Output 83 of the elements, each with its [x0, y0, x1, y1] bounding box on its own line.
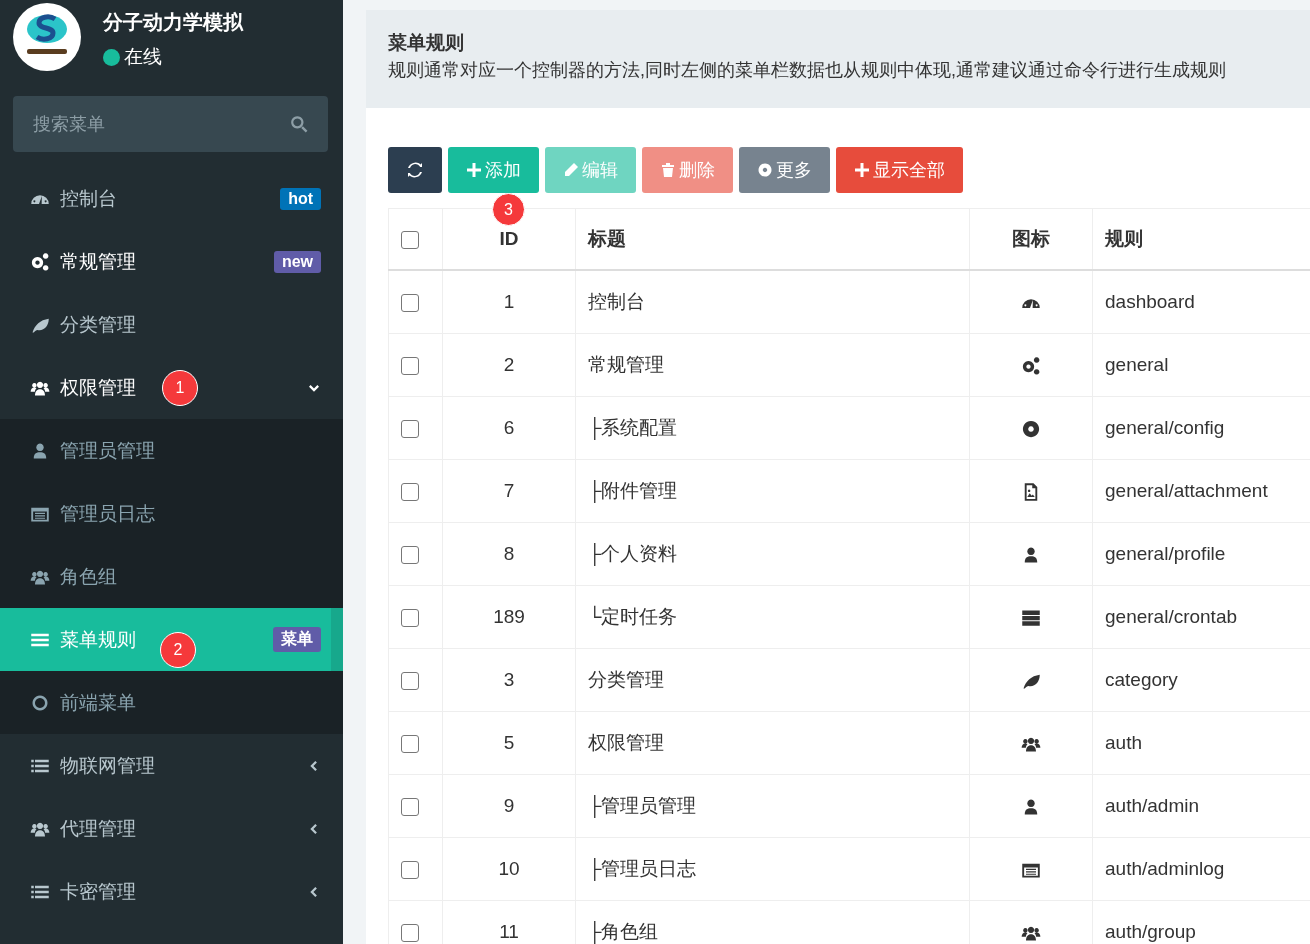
table-cell: ├管理员管理 [588, 795, 697, 816]
sidebar-item[interactable]: 控制台 hot [0, 167, 343, 230]
page-description: 规则通常对应一个控制器的方法,同时左侧的菜单栏数据也从规则中体现,通常建议通过命令行进行生成规则 [388, 59, 1227, 82]
menu-badge: new [273, 250, 321, 273]
search-field[interactable]: 搜索菜单 [13, 96, 328, 152]
sidebar-item[interactable]: 常规管理 new [0, 230, 343, 293]
table-cell: 1 [503, 291, 515, 312]
sidebar-item[interactable]: 管理员管理 [0, 419, 343, 482]
column-header[interactable]: 规则 [1105, 228, 1143, 249]
row-checkbox[interactable] [401, 609, 419, 627]
logo [13, 3, 81, 71]
table-cell: 10 [498, 858, 520, 879]
refresh-icon [407, 162, 423, 178]
show-all-button[interactable]: 显示全部 [836, 147, 963, 193]
table-cell: 5 [503, 732, 515, 753]
row-checkbox[interactable] [401, 546, 419, 564]
row-checkbox[interactable] [401, 420, 419, 438]
pencil-icon [563, 162, 579, 178]
plus-icon [854, 162, 870, 178]
table-cell: 分类管理 [588, 669, 664, 690]
refresh-button[interactable] [388, 147, 442, 193]
sidebar-item[interactable]: 管理员日志 [0, 482, 343, 545]
table-cell: ├附件管理 [588, 480, 678, 501]
sidebar-item[interactable]: 角色组 [0, 545, 343, 608]
table-cell: general/profile [1105, 543, 1226, 564]
trash-icon [660, 162, 676, 178]
table-cell: 2 [503, 354, 515, 375]
table-cell: auth/admin [1105, 795, 1199, 816]
step-marker: 2 [160, 631, 196, 668]
row-checkbox[interactable] [401, 483, 419, 501]
step-marker: 3 [492, 193, 525, 226]
sidebar-item[interactable]: 权限管理 1 [0, 356, 343, 419]
table-cell: 9 [503, 795, 515, 816]
search-icon [290, 115, 308, 133]
status-label: 在线 [124, 45, 162, 69]
table-cell: general/config [1105, 417, 1225, 438]
sidebar-item[interactable]: 物联网管理 [0, 734, 343, 797]
sidebar-item[interactable]: 卡密管理 [0, 860, 343, 923]
app-title: 分子动力学模拟 [103, 10, 243, 35]
table-cell: general [1105, 354, 1169, 375]
table-cell: auth [1105, 732, 1142, 753]
table-cell: 8 [503, 543, 515, 564]
row-checkbox[interactable] [401, 672, 419, 690]
select-all-checkbox[interactable] [401, 231, 419, 249]
step-marker: 1 [162, 369, 198, 406]
table-cell: ├个人资料 [588, 543, 678, 564]
column-header[interactable]: 标题 [588, 228, 626, 249]
column-header[interactable]: 图标 [1012, 228, 1050, 249]
row-checkbox[interactable] [401, 861, 419, 879]
table-cell: auth/group [1105, 921, 1196, 942]
row-checkbox[interactable] [401, 735, 419, 753]
table-cell: 3 [503, 669, 515, 690]
server-icon [1021, 608, 1041, 628]
table-cell: category [1105, 669, 1178, 690]
table-cell: general/crontab [1105, 606, 1238, 627]
row-checkbox[interactable] [401, 294, 419, 312]
table-cell: 6 [503, 417, 515, 438]
row-checkbox[interactable] [401, 357, 419, 375]
menu-badge: 菜单 [273, 627, 321, 652]
more-button[interactable]: 更多 [739, 147, 830, 193]
table-cell: └定时任务 [588, 606, 678, 627]
row-checkbox[interactable] [401, 924, 419, 942]
column-header[interactable]: ID [499, 228, 519, 249]
plus-icon [466, 162, 482, 178]
table-cell: ├管理员日志 [588, 858, 697, 879]
table-cell: general/attachment [1105, 480, 1268, 501]
table-cell: auth/adminlog [1105, 858, 1225, 879]
table-cell: 权限管理 [588, 732, 664, 753]
table-cell: 189 [493, 606, 525, 627]
sidebar-item[interactable]: 菜单规则 2 菜单 [0, 608, 343, 671]
table-cell: ├角色组 [588, 921, 659, 942]
sidebar-item[interactable]: 前端菜单 [0, 671, 343, 734]
menu-badge: hot [280, 187, 321, 210]
table-cell: ├系统配置 [588, 417, 678, 438]
page-title: 菜单规则 [388, 31, 465, 55]
table-cell: 7 [503, 480, 515, 501]
table-cell: 控制台 [588, 291, 645, 312]
table-cell: 11 [499, 921, 519, 942]
row-checkbox[interactable] [401, 798, 419, 816]
table-cell: 常规管理 [588, 354, 664, 375]
sidebar-item[interactable]: 分类管理 [0, 293, 343, 356]
table-cell: dashboard [1105, 291, 1195, 312]
sidebar-item[interactable]: 代理管理 [0, 797, 343, 860]
